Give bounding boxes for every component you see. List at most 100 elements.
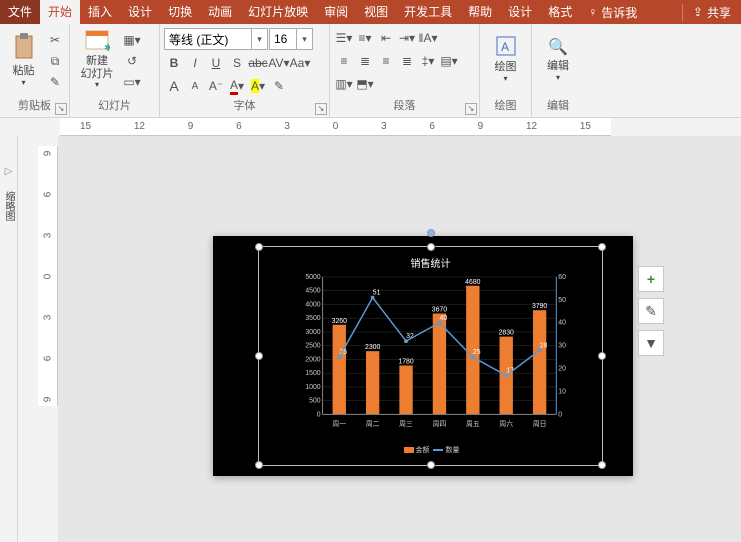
resize-handle-ml[interactable] (255, 352, 263, 360)
paragraph-launcher[interactable]: ↘ (465, 103, 477, 115)
char-spacing-button[interactable]: AV▾ (269, 53, 289, 73)
paste-label: 粘贴 (13, 62, 35, 78)
svg-text:10: 10 (558, 388, 566, 395)
group-editing-label: 编辑 (536, 97, 580, 115)
bullets-button[interactable]: ☰▾ (334, 28, 354, 48)
underline-button[interactable]: U (206, 53, 226, 73)
drawing-icon: A (496, 36, 516, 56)
tab-devtools[interactable]: 开发工具 (396, 0, 460, 24)
indent-inc-button[interactable]: ⇥▾ (397, 28, 417, 48)
paste-button[interactable]: 粘贴 ▾ (4, 26, 43, 92)
outline-collapse-button[interactable]: ▷ (5, 166, 13, 177)
svg-text:60: 60 (558, 274, 566, 281)
smartart-button[interactable]: ⬒▾ (355, 74, 375, 94)
cut-button[interactable]: ✂ (45, 30, 65, 50)
align-center-button[interactable]: ≣ (355, 51, 375, 71)
svg-text:28: 28 (540, 342, 548, 349)
resize-handle-tr[interactable] (598, 243, 606, 251)
columns-button[interactable]: ▥▾ (334, 74, 354, 94)
editing-button[interactable]: 🔍 编辑 ▾ (536, 26, 580, 92)
text-direction-button[interactable]: ‖A▾ (418, 28, 438, 48)
tab-review[interactable]: 审阅 (316, 0, 356, 24)
legend-bar: 金额 (416, 447, 430, 454)
chart-plot: 0500100015002000250030003500400045005000… (299, 273, 574, 430)
font-size-input[interactable] (270, 29, 296, 49)
svg-text:20: 20 (558, 366, 566, 373)
grow-font-button[interactable]: A (164, 76, 184, 96)
search-icon: 🔍 (548, 37, 568, 57)
font-launcher[interactable]: ↘ (315, 103, 327, 115)
tab-home[interactable]: 开始 (40, 0, 80, 24)
font-size-combo[interactable]: ▾ (269, 28, 313, 50)
chevron-down-icon[interactable]: ▾ (251, 29, 267, 49)
tab-view[interactable]: 视图 (356, 0, 396, 24)
highlight-button[interactable]: A▾ (248, 76, 268, 96)
tab-insert[interactable]: 插入 (80, 0, 120, 24)
svg-text:1780: 1780 (398, 359, 413, 366)
chart[interactable]: 销售统计 05001000150020002500300035004000450… (269, 255, 592, 457)
svg-text:40: 40 (558, 320, 566, 327)
change-case-button[interactable]: Aa▾ (290, 53, 310, 73)
resize-handle-bl[interactable] (255, 461, 263, 469)
eyedropper-button[interactable]: ✎ (269, 76, 289, 96)
copy-button[interactable]: ⧉ (45, 51, 65, 71)
format-painter-button[interactable]: ✎ (45, 72, 65, 92)
font-name-input[interactable] (165, 29, 251, 49)
justify-button[interactable]: ≣ (397, 51, 417, 71)
svg-text:A: A (501, 40, 509, 54)
strike-button[interactable]: abc (248, 53, 268, 73)
tab-slideshow[interactable]: 幻灯片放映 (240, 0, 316, 24)
group-paragraph-label: 段落 (334, 97, 475, 115)
indent-dec-button[interactable]: ⇤ (376, 28, 396, 48)
numbering-button[interactable]: ≡▾ (355, 28, 375, 48)
svg-text:3260: 3260 (332, 318, 347, 325)
font-color-button[interactable]: A▾ (227, 76, 247, 96)
section-button[interactable]: ▭▾ (122, 72, 142, 92)
svg-text:3790: 3790 (532, 303, 547, 310)
align-text-button[interactable]: ▤▾ (439, 51, 459, 71)
italic-button[interactable]: I (185, 53, 205, 73)
tab-help[interactable]: 帮助 (460, 0, 500, 24)
drawing-button[interactable]: A 绘图 ▾ (484, 26, 527, 92)
chart-styles-button[interactable]: ✎ (638, 298, 664, 324)
copy-icon: ⧉ (51, 54, 60, 69)
resize-handle-bm[interactable] (427, 461, 435, 469)
chart-elements-button[interactable]: + (638, 266, 664, 292)
resize-handle-br[interactable] (598, 461, 606, 469)
align-left-button[interactable]: ≡ (334, 51, 354, 71)
tab-design[interactable]: 设计 (120, 0, 160, 24)
chart-selection[interactable]: 销售统计 05001000150020002500300035004000450… (258, 246, 603, 466)
tab-design2[interactable]: 设计 (500, 0, 540, 24)
tab-format[interactable]: 格式 (540, 0, 580, 24)
share-button[interactable]: ⇪共享 (682, 4, 741, 21)
svg-text:周四: 周四 (433, 420, 447, 428)
align-right-button[interactable]: ≡ (376, 51, 396, 71)
clipboard-launcher[interactable]: ↘ (55, 103, 67, 115)
reset-button[interactable]: ↺ (122, 51, 142, 71)
resize-handle-tm[interactable] (427, 243, 435, 251)
bold-button[interactable]: B (164, 53, 184, 73)
svg-text:0: 0 (558, 411, 562, 418)
svg-text:3670: 3670 (432, 307, 447, 314)
svg-text:1000: 1000 (305, 384, 320, 391)
resize-handle-mr[interactable] (598, 352, 606, 360)
ruler-vertical: 9630369 (38, 146, 58, 406)
font-name-combo[interactable]: ▾ (164, 28, 268, 50)
shrink-font-button[interactable]: A (185, 76, 205, 96)
tell-me[interactable]: ♀告诉我 (580, 4, 645, 21)
chevron-down-icon[interactable]: ▾ (296, 29, 312, 49)
line-spacing-button[interactable]: ‡▾ (418, 51, 438, 71)
tab-file[interactable]: 文件 (0, 0, 40, 24)
rotate-handle[interactable] (427, 229, 435, 237)
shadow-button[interactable]: S (227, 53, 247, 73)
new-slide-button[interactable]: ✱ 新建 幻灯片 ▾ (74, 26, 120, 92)
chart-filters-button[interactable]: ▼ (638, 330, 664, 356)
resize-handle-tl[interactable] (255, 243, 263, 251)
slide-canvas[interactable]: 销售统计 05001000150020002500300035004000450… (58, 136, 741, 542)
ruler-horizontal: 151296303691215 (60, 118, 611, 136)
layout-button[interactable]: ▦▾ (122, 30, 142, 50)
slide[interactable]: 销售统计 05001000150020002500300035004000450… (213, 236, 633, 476)
clear-format-button[interactable]: A⁻ (206, 76, 226, 96)
tab-transitions[interactable]: 切换 (160, 0, 200, 24)
tab-animations[interactable]: 动画 (200, 0, 240, 24)
